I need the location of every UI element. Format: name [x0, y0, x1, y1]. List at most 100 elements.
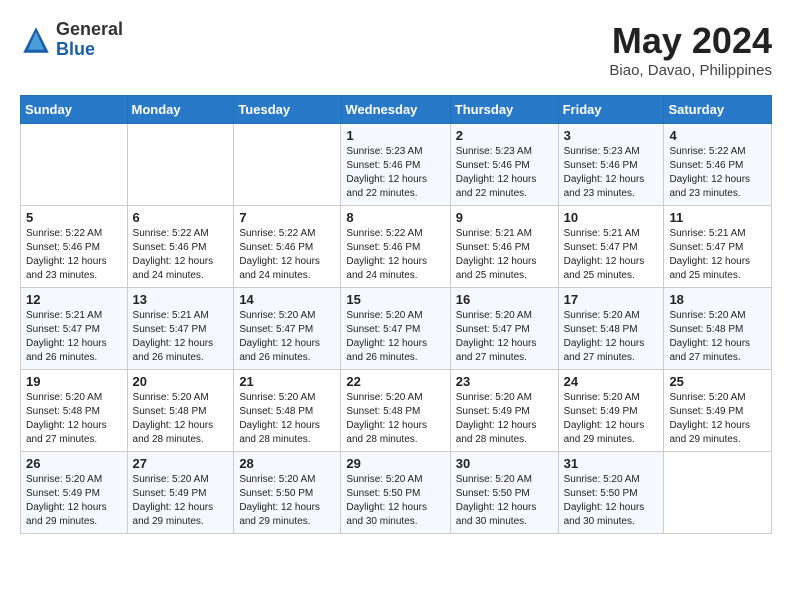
calendar-cell: 16 Sunrise: 5:20 AM Sunset: 5:47 PM Dayli…	[450, 288, 558, 370]
day-info: Sunrise: 5:20 AM Sunset: 5:47 PM Dayligh…	[346, 309, 444, 365]
weekday-header-row: SundayMondayTuesdayWednesdayThursdayFrid…	[21, 96, 772, 124]
day-number: 27	[133, 456, 229, 471]
day-number: 16	[456, 292, 553, 307]
day-info: Sunrise: 5:20 AM Sunset: 5:50 PM Dayligh…	[239, 473, 335, 529]
day-info: Sunrise: 5:20 AM Sunset: 5:50 PM Dayligh…	[346, 473, 444, 529]
calendar-cell: 23 Sunrise: 5:20 AM Sunset: 5:49 PM Dayli…	[450, 370, 558, 452]
day-info: Sunrise: 5:22 AM Sunset: 5:46 PM Dayligh…	[239, 227, 335, 283]
day-info: Sunrise: 5:20 AM Sunset: 5:48 PM Dayligh…	[564, 309, 659, 365]
calendar-cell: 10 Sunrise: 5:21 AM Sunset: 5:47 PM Dayli…	[558, 206, 664, 288]
day-info: Sunrise: 5:20 AM Sunset: 5:49 PM Dayligh…	[133, 473, 229, 529]
calendar-cell: 19 Sunrise: 5:20 AM Sunset: 5:48 PM Dayli…	[21, 370, 128, 452]
day-info: Sunrise: 5:20 AM Sunset: 5:50 PM Dayligh…	[564, 473, 659, 529]
day-number: 2	[456, 128, 553, 143]
calendar-cell: 15 Sunrise: 5:20 AM Sunset: 5:47 PM Dayli…	[341, 288, 450, 370]
calendar-cell: 9 Sunrise: 5:21 AM Sunset: 5:46 PM Daylig…	[450, 206, 558, 288]
location: Biao, Davao, Philippines	[609, 62, 772, 79]
weekday-header: Monday	[127, 96, 234, 124]
weekday-header: Tuesday	[234, 96, 341, 124]
calendar-cell: 14 Sunrise: 5:20 AM Sunset: 5:47 PM Dayli…	[234, 288, 341, 370]
logo-icon	[20, 24, 52, 56]
day-number: 18	[669, 292, 766, 307]
day-number: 12	[26, 292, 122, 307]
calendar-cell: 2 Sunrise: 5:23 AM Sunset: 5:46 PM Daylig…	[450, 124, 558, 206]
calendar-week-row: 1 Sunrise: 5:23 AM Sunset: 5:46 PM Daylig…	[21, 124, 772, 206]
calendar-week-row: 5Sunrise: 5:22 AM Sunset: 5:46 PM Daylig…	[21, 206, 772, 288]
day-number: 29	[346, 456, 444, 471]
calendar-week-row: 26 Sunrise: 5:20 AM Sunset: 5:49 PM Dayli…	[21, 452, 772, 534]
logo-general: General	[56, 20, 123, 40]
day-info: Sunrise: 5:20 AM Sunset: 5:48 PM Dayligh…	[26, 391, 122, 447]
calendar-cell: 5Sunrise: 5:22 AM Sunset: 5:46 PM Daylig…	[21, 206, 128, 288]
calendar-cell: 27 Sunrise: 5:20 AM Sunset: 5:49 PM Dayli…	[127, 452, 234, 534]
day-number: 10	[564, 210, 659, 225]
day-info: Sunrise: 5:20 AM Sunset: 5:49 PM Dayligh…	[456, 391, 553, 447]
day-info: Sunrise: 5:20 AM Sunset: 5:47 PM Dayligh…	[239, 309, 335, 365]
day-number: 30	[456, 456, 553, 471]
day-number: 24	[564, 374, 659, 389]
day-info: Sunrise: 5:23 AM Sunset: 5:46 PM Dayligh…	[346, 145, 444, 201]
day-number: 19	[26, 374, 122, 389]
day-number: 26	[26, 456, 122, 471]
day-number: 28	[239, 456, 335, 471]
day-info: Sunrise: 5:23 AM Sunset: 5:46 PM Dayligh…	[456, 145, 553, 201]
calendar-cell: 8Sunrise: 5:22 AM Sunset: 5:46 PM Daylig…	[341, 206, 450, 288]
weekday-header: Sunday	[21, 96, 128, 124]
day-number: 20	[133, 374, 229, 389]
calendar-cell: 3Sunrise: 5:23 AM Sunset: 5:46 PM Daylig…	[558, 124, 664, 206]
title-block: May 2024 Biao, Davao, Philippines	[609, 20, 772, 79]
day-number: 14	[239, 292, 335, 307]
logo-text: General Blue	[56, 20, 123, 60]
calendar-cell	[664, 452, 772, 534]
calendar-cell: 20 Sunrise: 5:20 AM Sunset: 5:48 PM Dayli…	[127, 370, 234, 452]
calendar-table: SundayMondayTuesdayWednesdayThursdayFrid…	[20, 95, 772, 534]
day-number: 25	[669, 374, 766, 389]
calendar-cell	[127, 124, 234, 206]
calendar-cell: 18 Sunrise: 5:20 AM Sunset: 5:48 PM Dayli…	[664, 288, 772, 370]
day-number: 4	[669, 128, 766, 143]
calendar-cell: 28 Sunrise: 5:20 AM Sunset: 5:50 PM Dayli…	[234, 452, 341, 534]
day-number: 23	[456, 374, 553, 389]
calendar-cell: 17 Sunrise: 5:20 AM Sunset: 5:48 PM Dayli…	[558, 288, 664, 370]
day-info: Sunrise: 5:23 AM Sunset: 5:46 PM Dayligh…	[564, 145, 659, 201]
day-number: 13	[133, 292, 229, 307]
weekday-header: Thursday	[450, 96, 558, 124]
logo-blue: Blue	[56, 40, 123, 60]
day-number: 17	[564, 292, 659, 307]
calendar-week-row: 19 Sunrise: 5:20 AM Sunset: 5:48 PM Dayli…	[21, 370, 772, 452]
day-info: Sunrise: 5:21 AM Sunset: 5:47 PM Dayligh…	[564, 227, 659, 283]
calendar-cell: 24 Sunrise: 5:20 AM Sunset: 5:49 PM Dayli…	[558, 370, 664, 452]
calendar-cell: 13 Sunrise: 5:21 AM Sunset: 5:47 PM Dayli…	[127, 288, 234, 370]
day-info: Sunrise: 5:21 AM Sunset: 5:47 PM Dayligh…	[26, 309, 122, 365]
calendar-cell: 30Sunrise: 5:20 AM Sunset: 5:50 PM Dayli…	[450, 452, 558, 534]
calendar-cell	[234, 124, 341, 206]
weekday-header: Friday	[558, 96, 664, 124]
logo: General Blue	[20, 20, 123, 60]
day-number: 21	[239, 374, 335, 389]
calendar-week-row: 12 Sunrise: 5:21 AM Sunset: 5:47 PM Dayli…	[21, 288, 772, 370]
month-title: May 2024	[609, 20, 772, 62]
day-number: 1	[346, 128, 444, 143]
calendar-cell: 12 Sunrise: 5:21 AM Sunset: 5:47 PM Dayli…	[21, 288, 128, 370]
weekday-header: Wednesday	[341, 96, 450, 124]
calendar-cell: 21Sunrise: 5:20 AM Sunset: 5:48 PM Dayli…	[234, 370, 341, 452]
day-number: 7	[239, 210, 335, 225]
calendar-cell: 11Sunrise: 5:21 AM Sunset: 5:47 PM Dayli…	[664, 206, 772, 288]
calendar-cell: 6Sunrise: 5:22 AM Sunset: 5:46 PM Daylig…	[127, 206, 234, 288]
page-header: General Blue May 2024 Biao, Davao, Phili…	[20, 20, 772, 79]
day-number: 8	[346, 210, 444, 225]
day-number: 15	[346, 292, 444, 307]
day-info: Sunrise: 5:21 AM Sunset: 5:47 PM Dayligh…	[133, 309, 229, 365]
day-info: Sunrise: 5:20 AM Sunset: 5:48 PM Dayligh…	[669, 309, 766, 365]
day-info: Sunrise: 5:20 AM Sunset: 5:49 PM Dayligh…	[564, 391, 659, 447]
day-info: Sunrise: 5:21 AM Sunset: 5:46 PM Dayligh…	[456, 227, 553, 283]
weekday-header: Saturday	[664, 96, 772, 124]
calendar-cell: 4Sunrise: 5:22 AM Sunset: 5:46 PM Daylig…	[664, 124, 772, 206]
day-info: Sunrise: 5:20 AM Sunset: 5:48 PM Dayligh…	[133, 391, 229, 447]
calendar-cell: 22Sunrise: 5:20 AM Sunset: 5:48 PM Dayli…	[341, 370, 450, 452]
calendar-cell	[21, 124, 128, 206]
calendar-cell: 29 Sunrise: 5:20 AM Sunset: 5:50 PM Dayli…	[341, 452, 450, 534]
day-info: Sunrise: 5:20 AM Sunset: 5:47 PM Dayligh…	[456, 309, 553, 365]
day-info: Sunrise: 5:22 AM Sunset: 5:46 PM Dayligh…	[26, 227, 122, 283]
day-number: 9	[456, 210, 553, 225]
